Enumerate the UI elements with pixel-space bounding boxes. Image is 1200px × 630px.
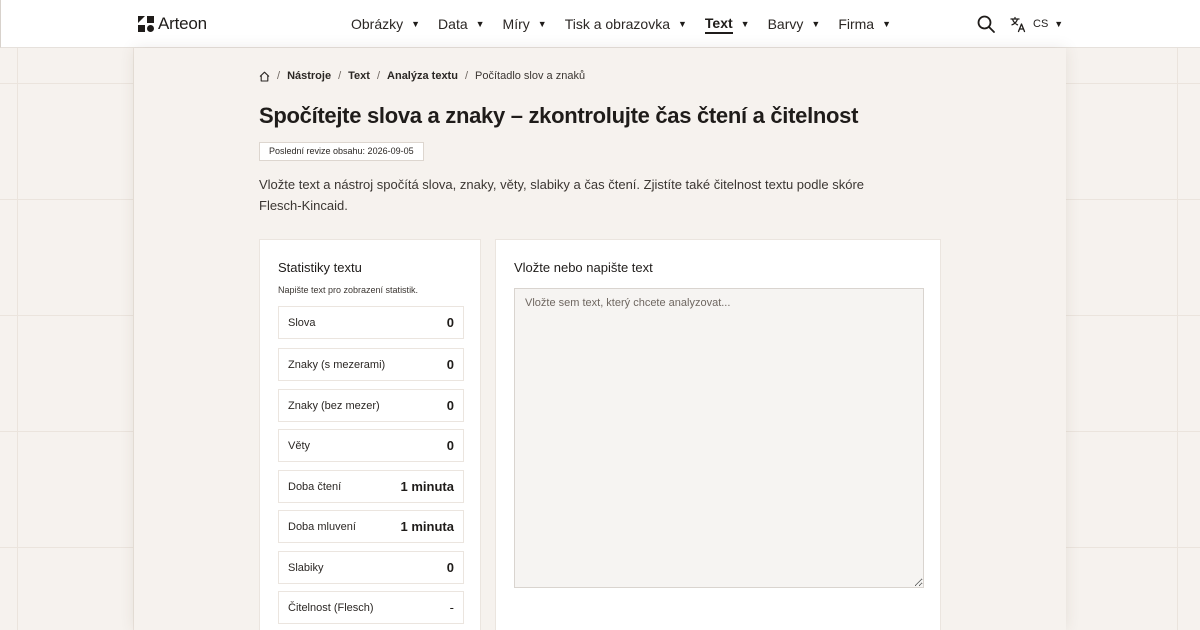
language-code: CS xyxy=(1033,18,1049,30)
stat-chars-with-spaces: Znaky (s mezerami) 0 xyxy=(278,348,464,381)
breadcrumb-link-nastroje[interactable]: Nástroje xyxy=(287,70,331,82)
breadcrumb-link-text[interactable]: Text xyxy=(348,70,370,82)
stat-value: 1 minuta xyxy=(400,519,454,534)
main-nav: Obrázky ▼ Data ▼ Míry ▼ Tisk a obrazovka… xyxy=(351,0,909,48)
stat-readability: Čitelnost (Flesch) - xyxy=(278,591,464,624)
search-icon xyxy=(977,15,995,33)
stat-speaking-time: Doba mluvení 1 minuta xyxy=(278,510,464,543)
caret-down-icon: ▼ xyxy=(537,18,547,29)
language-switcher[interactable]: CS ▼ xyxy=(1010,14,1063,34)
nav-item-label: Míry xyxy=(502,16,530,32)
nav-item-miry[interactable]: Míry ▼ xyxy=(503,16,547,32)
stat-chars-without-spaces: Znaky (bez mezer) 0 xyxy=(278,389,464,422)
stat-sentences: Věty 0 xyxy=(278,429,464,462)
breadcrumb-separator: / xyxy=(338,70,342,82)
nav-item-label: Firma xyxy=(838,16,875,32)
caret-down-icon: ▼ xyxy=(678,18,687,29)
caret-down-icon: ▼ xyxy=(882,18,892,29)
nav-item-text[interactable]: Text ▼ xyxy=(704,15,750,34)
stat-label: Slova xyxy=(288,316,316,329)
translate-icon xyxy=(1010,16,1026,32)
brand-name: Arteon xyxy=(158,14,207,33)
text-input[interactable] xyxy=(514,288,924,588)
nav-item-obrazky[interactable]: Obrázky ▼ xyxy=(351,16,420,32)
intro-text: Vložte text a nástroj spočítá slova, zna… xyxy=(259,177,865,213)
stat-value: - xyxy=(449,600,454,615)
caret-down-icon: ▼ xyxy=(811,18,821,29)
caret-down-icon: ▼ xyxy=(475,18,485,29)
nav-item-barvy[interactable]: Barvy ▼ xyxy=(768,16,821,32)
caret-down-icon: ▼ xyxy=(1054,18,1064,29)
stat-label: Znaky (s mezerami) xyxy=(288,358,386,371)
nav-item-label: Obrázky xyxy=(351,16,404,32)
nav-item-firma[interactable]: Firma ▼ xyxy=(838,16,891,32)
breadcrumb-link-analyza-textu[interactable]: Analýza textu xyxy=(387,70,458,82)
stat-reading-time: Doba čtení 1 minuta xyxy=(278,470,464,503)
stats-title: Statistiky textu xyxy=(278,260,362,275)
stat-value: 0 xyxy=(446,560,454,575)
stat-label: Doba čtení xyxy=(288,480,342,493)
stat-value: 0 xyxy=(446,398,454,413)
stat-value: 0 xyxy=(446,315,454,330)
stat-label: Slabiky xyxy=(288,561,324,574)
nav-item-label: Data xyxy=(438,16,468,32)
nav-item-data[interactable]: Data ▼ xyxy=(438,16,485,32)
breadcrumb-separator: / xyxy=(376,70,381,82)
breadcrumb-separator: / xyxy=(464,70,469,82)
stat-label: Doba mluvení xyxy=(288,520,356,533)
stats-hint: Napište text pro zobrazení statistik. xyxy=(278,285,419,295)
arteon-logo-icon xyxy=(138,16,154,32)
nav-item-label: Tisk a obrazovka xyxy=(564,16,670,32)
nav-item-label: Barvy xyxy=(767,16,804,32)
breadcrumb-separator: / xyxy=(277,70,281,82)
stat-words: Slova 0 xyxy=(278,306,464,339)
text-input-card: Vložte nebo napište text xyxy=(495,239,941,630)
input-title: Vložte nebo napište text xyxy=(514,260,653,275)
stats-card: Statistiky textu Napište text pro zobraz… xyxy=(259,239,481,630)
breadcrumb: / Nástroje / Text / Analýza textu / Počí… xyxy=(259,69,585,83)
page-title: Spočítejte slova a znaky – zkontrolujte … xyxy=(259,103,859,128)
nav-item-label: Text xyxy=(704,15,733,34)
stat-syllables: Slabiky 0 xyxy=(278,551,464,584)
stat-value: 1 minuta xyxy=(400,479,454,494)
stat-label: Znaky (bez mezer) xyxy=(288,399,380,412)
top-navbar: Arteon Obrázky ▼ Data ▼ Míry ▼ Tisk a ob… xyxy=(0,0,1200,48)
stat-value: 0 xyxy=(446,438,454,453)
stat-label: Čitelnost (Flesch) xyxy=(288,601,374,614)
logo[interactable]: Arteon xyxy=(138,15,207,33)
stat-label: Věty xyxy=(288,439,311,452)
search-button[interactable] xyxy=(976,14,996,34)
caret-down-icon: ▼ xyxy=(740,18,750,29)
caret-down-icon: ▼ xyxy=(411,18,421,29)
nav-item-tisk-a-obrazovka[interactable]: Tisk a obrazovka ▼ xyxy=(565,16,687,32)
home-icon[interactable] xyxy=(259,71,270,82)
stat-value: 0 xyxy=(446,357,454,372)
revision-badge: Poslední revize obsahu: 2026-09-05 xyxy=(259,142,424,161)
breadcrumb-current: Počítadlo slov a znaků xyxy=(475,70,586,82)
